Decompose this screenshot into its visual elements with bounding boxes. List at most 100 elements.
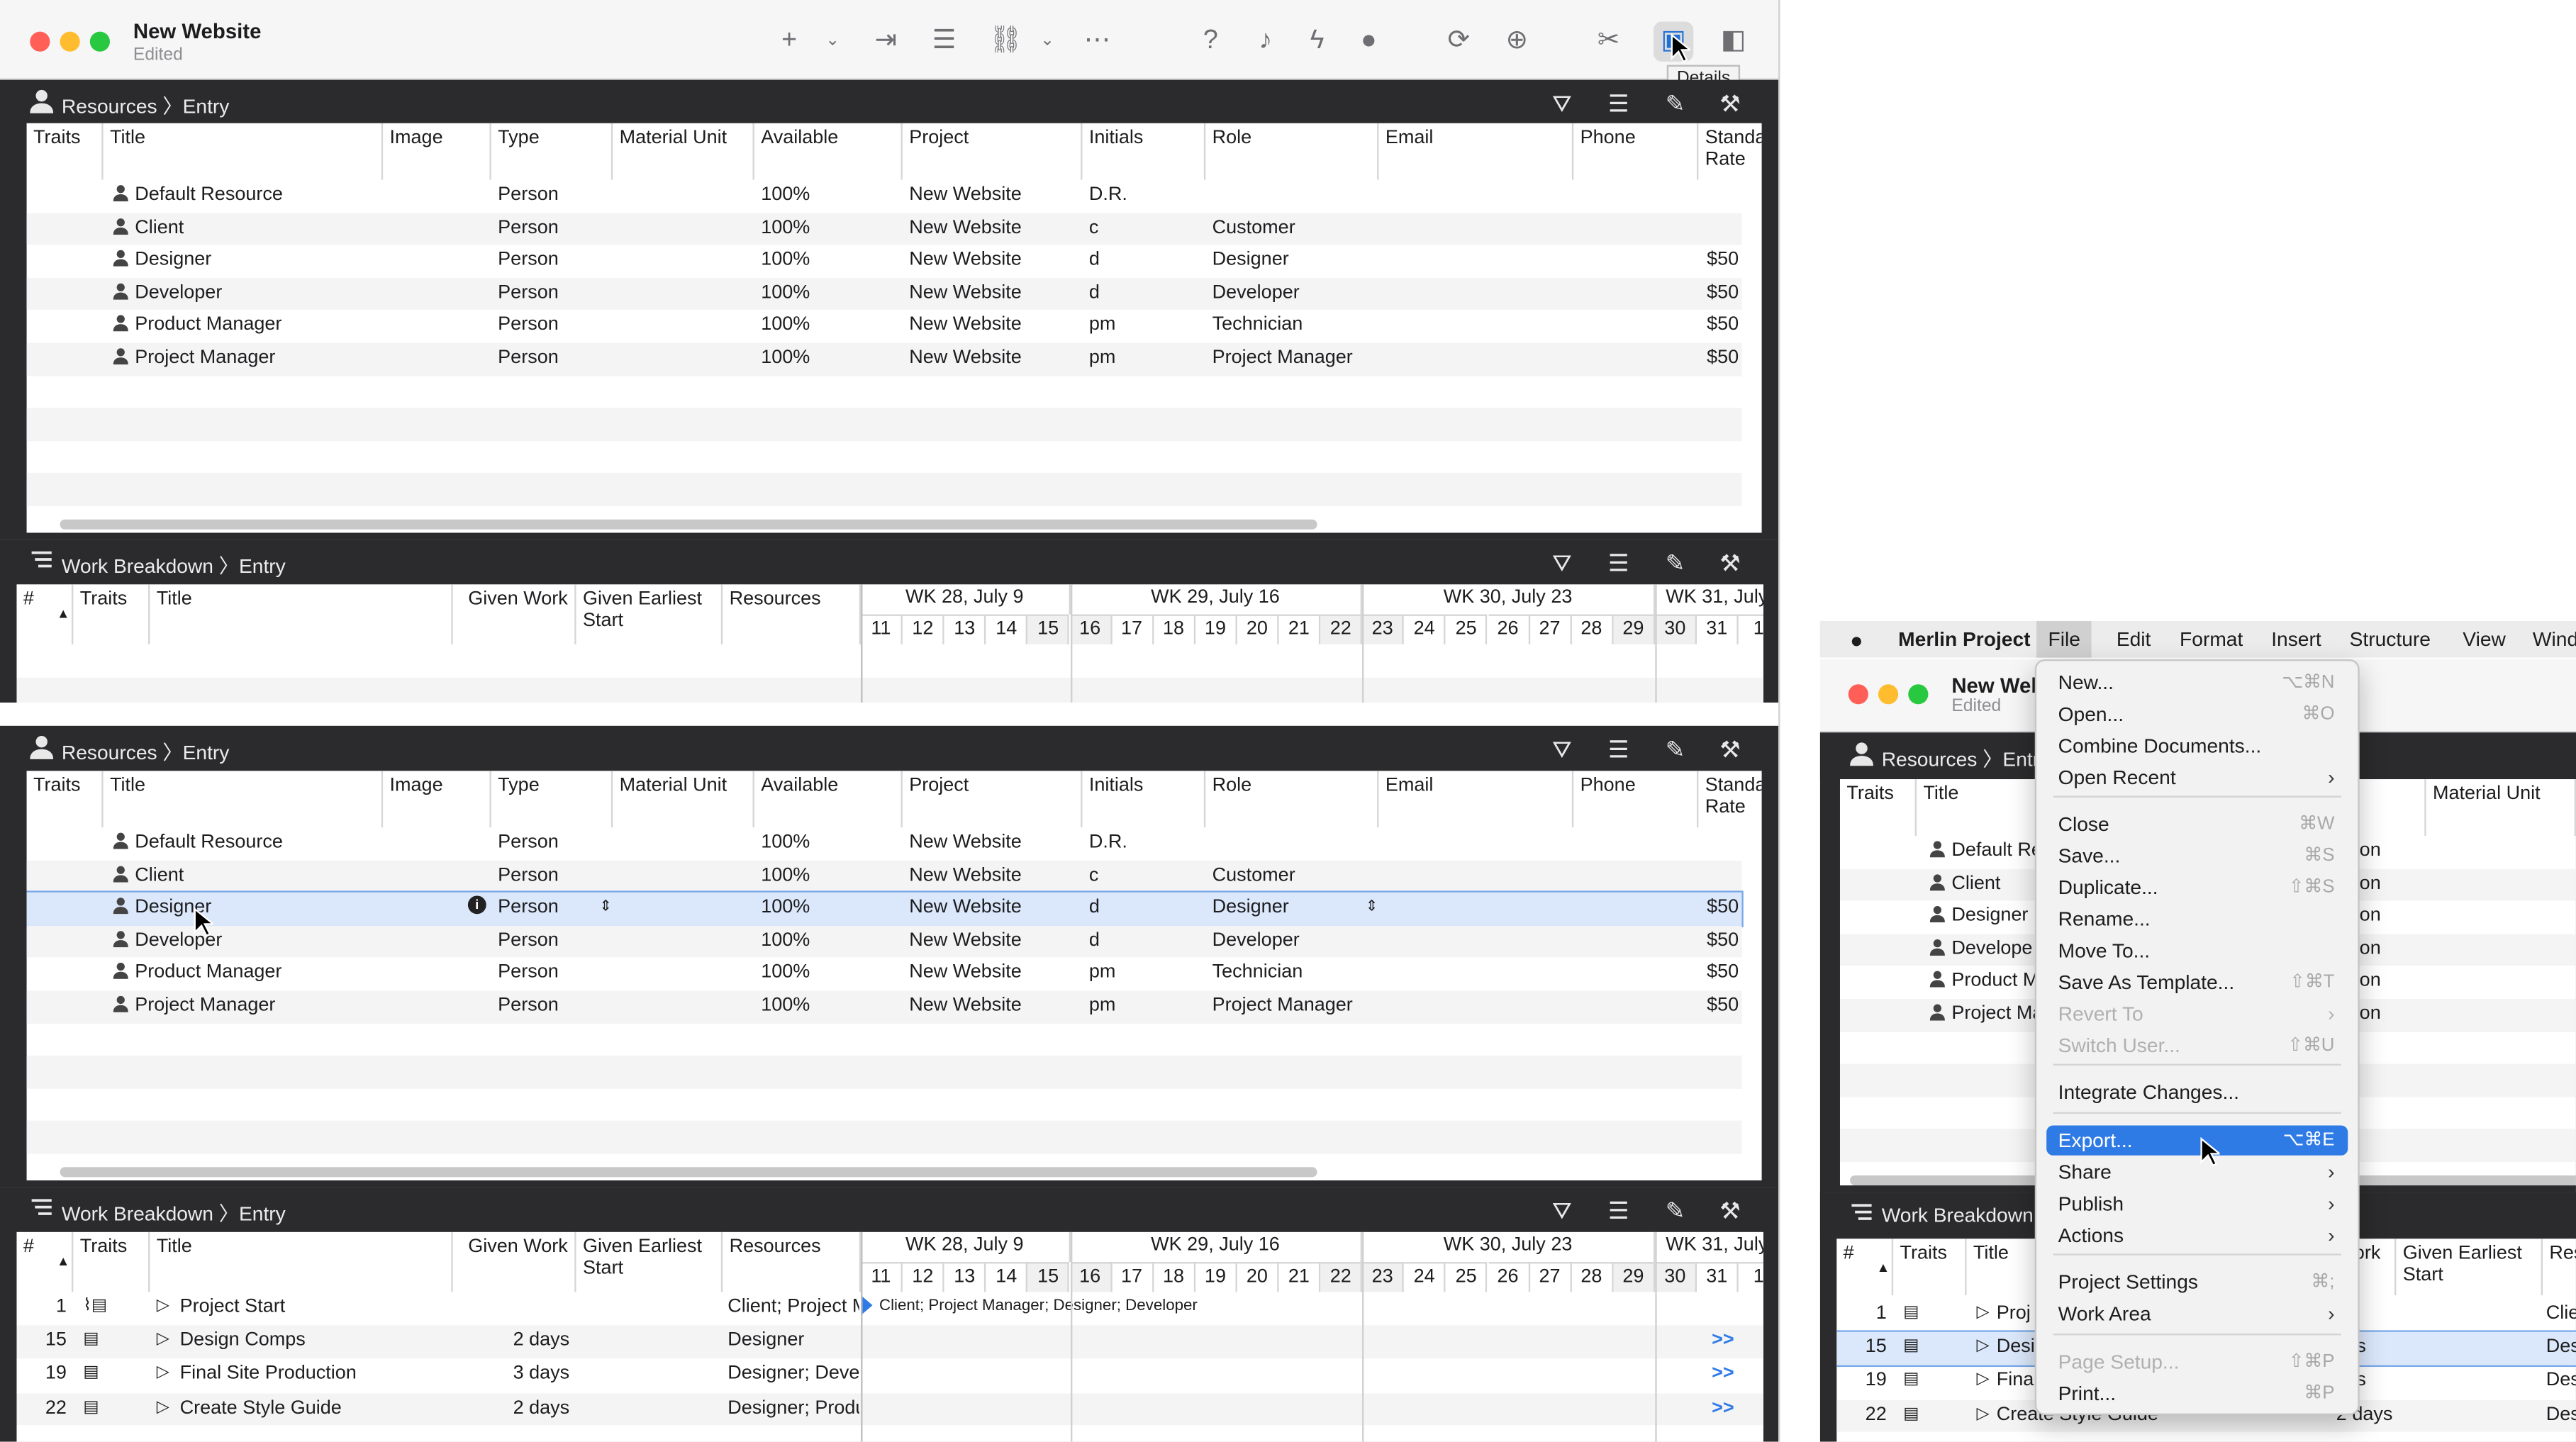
- menu-item-new[interactable]: New... ⌥⌘N: [2046, 668, 2348, 698]
- layout-icon[interactable]: ☰: [1604, 1195, 1634, 1225]
- disclosure-triangle-icon[interactable]: ▷: [157, 1398, 169, 1416]
- apple-menu-icon[interactable]: ●: [1850, 627, 1863, 652]
- column-header[interactable]: Project: [903, 123, 1083, 180]
- table-row[interactable]: Product Manager Person 100% New Website pm Te…: [27, 958, 1742, 990]
- sidebar-icon[interactable]: ◧: [1714, 22, 1753, 62]
- breadcrumb-root[interactable]: Resources: [1882, 747, 1978, 771]
- column-header[interactable]: Traits: [27, 123, 104, 180]
- indent-icon[interactable]: ⇥: [866, 22, 905, 62]
- column-header[interactable]: Traits: [1893, 1239, 1967, 1296]
- column-header[interactable]: Given Earliest Start: [2396, 1239, 2543, 1296]
- more-arrow-icon[interactable]: >>: [1712, 1331, 1734, 1351]
- column-header[interactable]: Available: [754, 123, 903, 180]
- breadcrumb-leaf[interactable]: Entry: [239, 1202, 286, 1226]
- table-row[interactable]: 19 ▤ ▷ Final Site Production 3 days Designer;…: [16, 1359, 1763, 1392]
- table-row[interactable]: [16, 678, 1763, 703]
- column-header[interactable]: Title: [104, 123, 384, 180]
- minimize-window-button[interactable]: [1878, 684, 1899, 705]
- breadcrumb-root[interactable]: Work Breakdown: [62, 554, 213, 578]
- breadcrumb-root[interactable]: Resources: [62, 741, 157, 764]
- wrench-icon[interactable]: ⚒: [1715, 734, 1745, 764]
- column-header[interactable]: Email: [1378, 771, 1574, 828]
- task-title[interactable]: Design Comps: [180, 1331, 306, 1351]
- help-icon[interactable]: ?: [1191, 22, 1230, 62]
- column-header[interactable]: Initials: [1082, 123, 1206, 180]
- column-header[interactable]: Image: [383, 123, 491, 180]
- column-header[interactable]: Type: [491, 123, 613, 180]
- column-header[interactable]: Email: [1378, 123, 1574, 180]
- column-header[interactable]: Traits: [73, 1231, 150, 1292]
- sort-ascending-icon[interactable]: ▲: [57, 1253, 70, 1268]
- column-header[interactable]: Role: [1205, 123, 1379, 180]
- zoom-window-button[interactable]: [89, 31, 110, 52]
- menu-item-project-settings[interactable]: Project Settings ⌘;: [2046, 1267, 2348, 1297]
- disclosure-triangle-icon[interactable]: ▷: [1977, 1304, 1990, 1322]
- column-header[interactable]: Title: [104, 771, 384, 828]
- column-header[interactable]: Res: [2543, 1239, 2576, 1295]
- pin-icon[interactable]: ✎: [1660, 548, 1690, 578]
- table-row[interactable]: [16, 644, 1763, 677]
- table-row[interactable]: [27, 441, 1742, 474]
- add-icon[interactable]: +: [769, 22, 809, 62]
- sort-ascending-icon[interactable]: ▲: [1877, 1261, 1890, 1275]
- column-header[interactable]: Traits: [1840, 779, 1917, 836]
- outdent-icon[interactable]: ☰: [924, 22, 964, 62]
- table-row[interactable]: [27, 376, 1742, 408]
- task-title[interactable]: Project Start: [180, 1297, 286, 1317]
- role-stepper-icon[interactable]: ⇕: [1366, 898, 1378, 916]
- close-window-button[interactable]: [1848, 684, 1868, 705]
- menu-item-rename[interactable]: Rename...: [2046, 904, 2348, 934]
- table-row[interactable]: Designer Person 100% New Website d Designer $5…: [26, 890, 1744, 927]
- minimize-window-button[interactable]: [60, 31, 80, 52]
- breadcrumb-root[interactable]: Resources: [62, 95, 157, 118]
- bell-icon[interactable]: ♪: [1246, 22, 1286, 62]
- table-row[interactable]: [27, 1088, 1742, 1121]
- table-row[interactable]: Developer Person 100% New Website d Developer…: [26, 277, 1742, 311]
- disclosure-triangle-icon[interactable]: ▷: [1977, 1371, 1990, 1390]
- menu-item-save[interactable]: Save... ⌘S: [2046, 841, 2348, 871]
- column-header[interactable]: Traits: [73, 584, 150, 644]
- column-header[interactable]: Project: [903, 771, 1083, 828]
- column-header[interactable]: Available: [754, 771, 903, 828]
- pin-icon[interactable]: ✎: [1660, 734, 1690, 764]
- column-header[interactable]: Title: [150, 584, 453, 644]
- column-header[interactable]: Initials: [1082, 771, 1206, 828]
- disclosure-triangle-icon[interactable]: ▷: [1977, 1404, 1990, 1423]
- menu-view[interactable]: View: [2463, 627, 2506, 651]
- info-icon[interactable]: i: [467, 895, 486, 915]
- globe-icon[interactable]: ⊕: [1497, 22, 1537, 62]
- column-header[interactable]: Resources: [723, 584, 862, 644]
- menu-item-close[interactable]: Close ⌘W: [2046, 809, 2348, 839]
- task-title[interactable]: Proj: [1997, 1304, 2031, 1324]
- task-title[interactable]: Desi: [1997, 1337, 2035, 1357]
- menu-item-share[interactable]: Share ›: [2046, 1157, 2348, 1187]
- column-header[interactable]: Resources: [723, 1231, 862, 1292]
- table-row[interactable]: [26, 408, 1742, 441]
- table-row[interactable]: Project Manager Person 100% New Website pm Pr…: [26, 990, 1742, 1024]
- menu-app-name[interactable]: Merlin Project: [1898, 627, 2030, 651]
- menu-insert[interactable]: Insert: [2271, 627, 2321, 651]
- table-row[interactable]: [26, 1121, 1742, 1154]
- menu-item-duplicate[interactable]: Duplicate... ⇧⌘S: [2046, 873, 2348, 902]
- column-header[interactable]: Material Unit: [613, 771, 754, 828]
- column-header[interactable]: Phone: [1573, 123, 1699, 180]
- column-header[interactable]: Given Work: [453, 1231, 576, 1292]
- column-header[interactable]: Image: [383, 771, 491, 828]
- menu-structure[interactable]: Structure: [2350, 627, 2431, 651]
- disclosure-triangle-icon[interactable]: ▷: [157, 1331, 169, 1349]
- menu-item-publish[interactable]: Publish ›: [2046, 1189, 2348, 1219]
- column-header[interactable]: Title: [150, 1231, 453, 1292]
- pin-icon[interactable]: ✎: [1660, 88, 1690, 118]
- sync-icon[interactable]: ⟳: [1439, 22, 1478, 62]
- column-header[interactable]: Type: [491, 771, 613, 828]
- table-row[interactable]: Client Person 100% New Website c Customer: [26, 860, 1742, 893]
- menu-item-integrate-changes[interactable]: Integrate Changes...: [2046, 1077, 2348, 1107]
- filter-icon[interactable]: ⛛: [1547, 548, 1577, 578]
- table-row[interactable]: Default Resource Person 100% New Website D.R…: [27, 827, 1742, 860]
- column-header[interactable]: Traits: [27, 771, 104, 828]
- column-header[interactable]: Material Unit: [2426, 779, 2576, 836]
- sort-ascending-icon[interactable]: ▲: [57, 606, 70, 621]
- menu-item-move-to[interactable]: Move To...: [2046, 936, 2348, 966]
- horizontal-scrollbar[interactable]: [60, 519, 1317, 530]
- task-title[interactable]: Final Site Production: [180, 1364, 357, 1384]
